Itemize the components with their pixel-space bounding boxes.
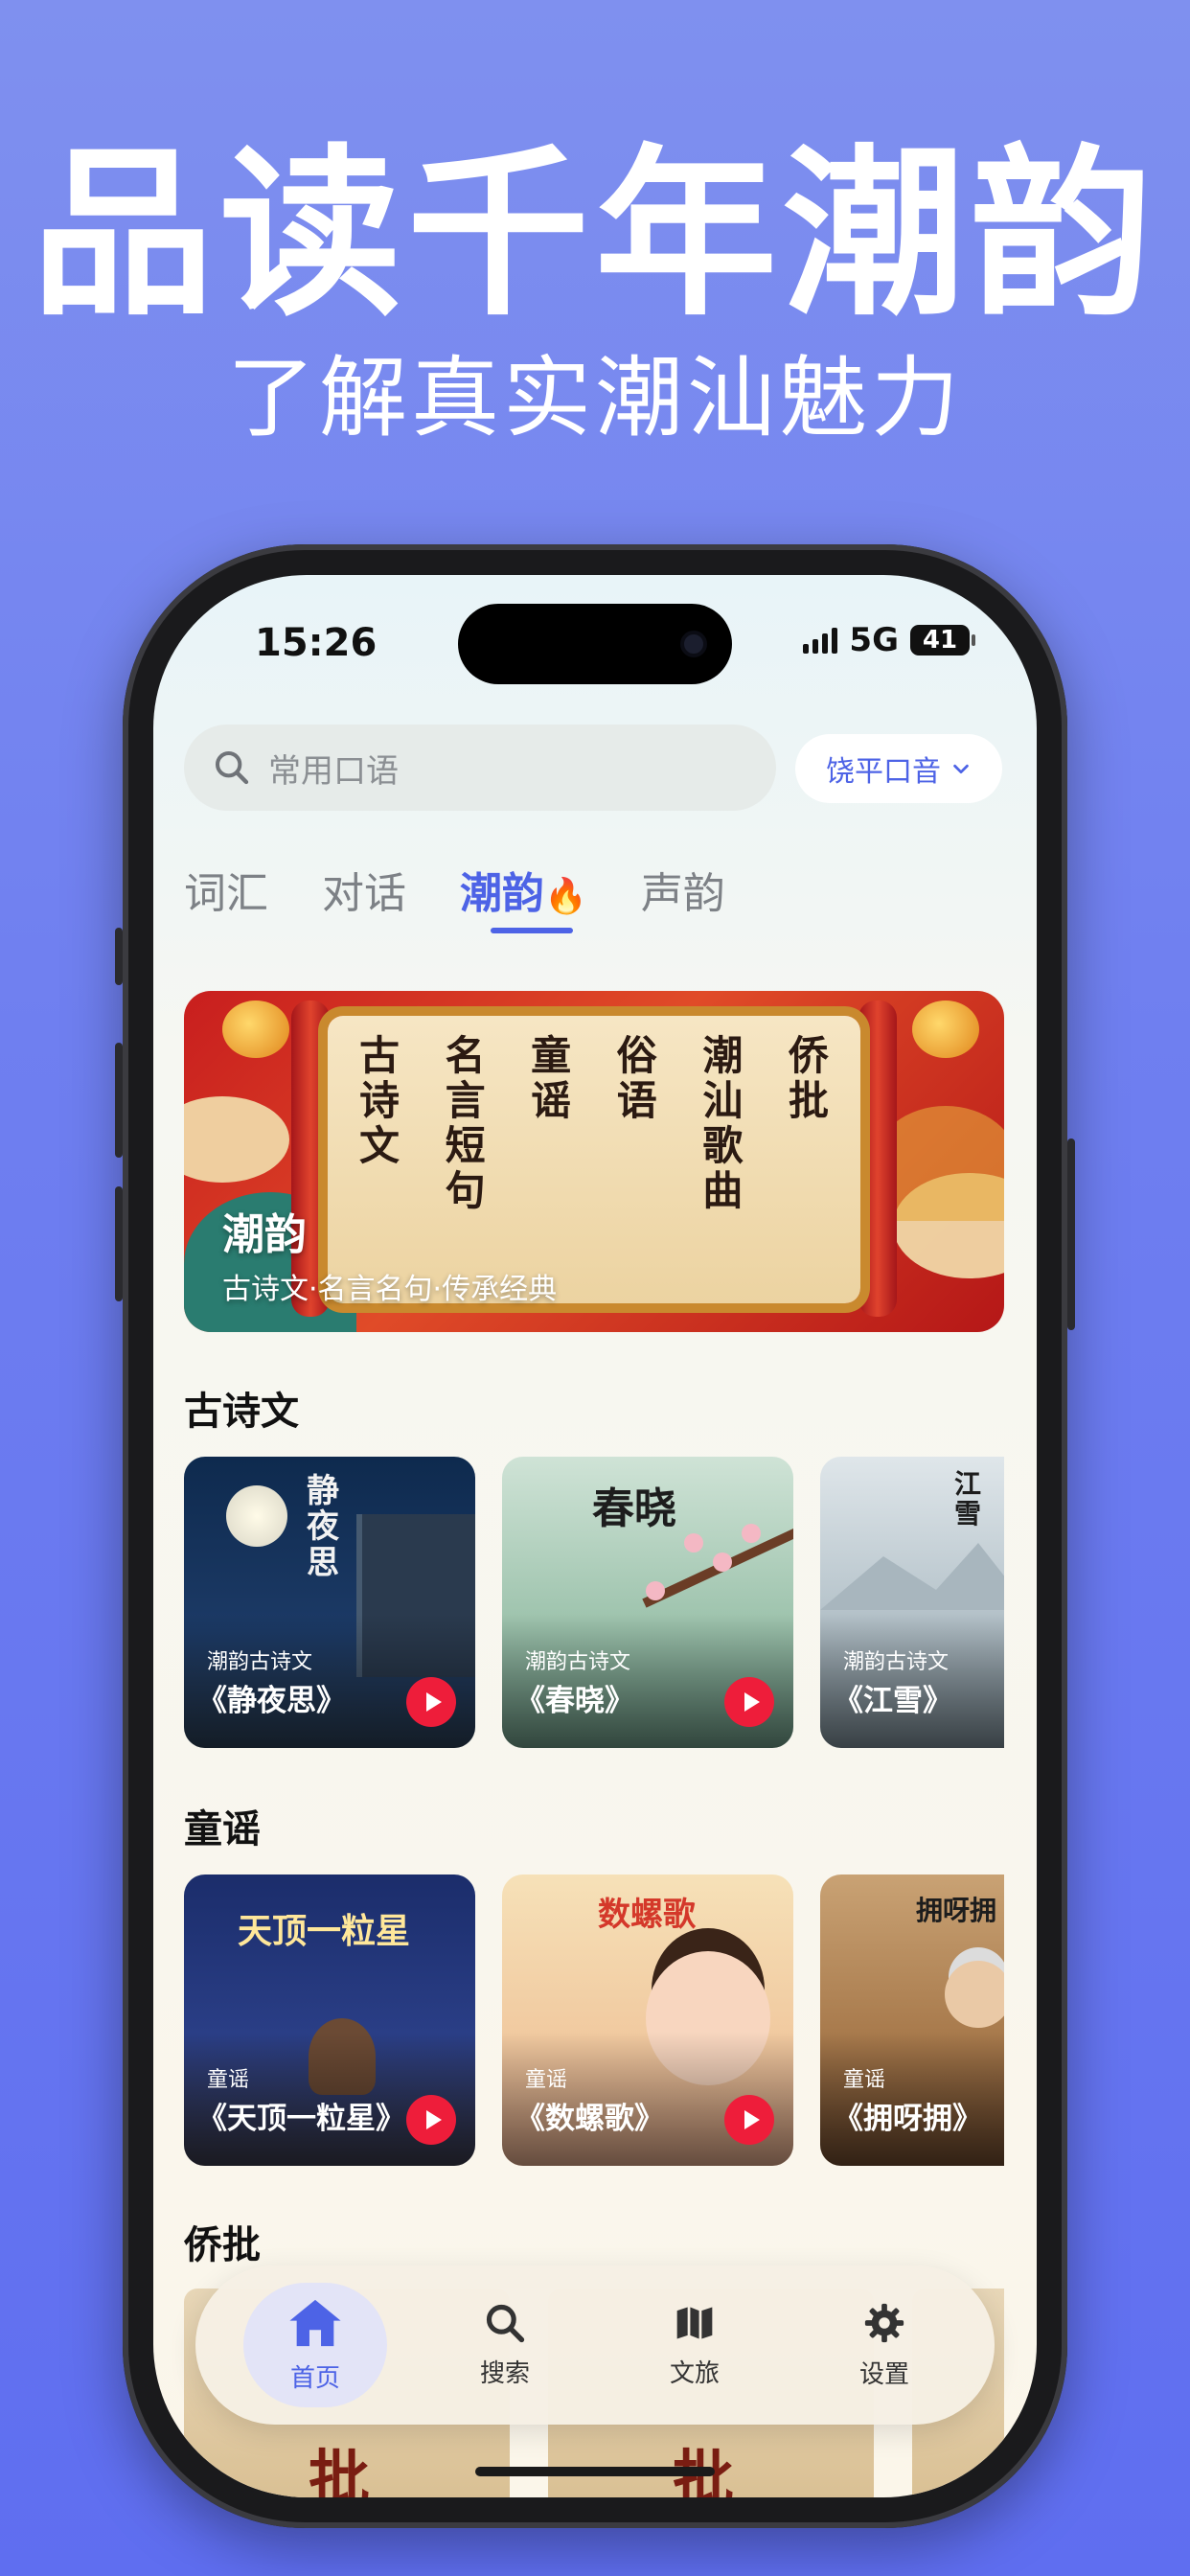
map-icon [676, 2307, 713, 2338]
card-chunxiao[interactable]: 春晓 潮韵古诗文 《春晓》 [502, 1457, 793, 1748]
feature-banner[interactable]: 侨批 潮汕歌曲 俗语 童谣 名言短句 古诗文 潮韵 古诗文·名言名句·传承经典 [184, 991, 1004, 1332]
battery-icon: 41 [910, 625, 975, 656]
power-button [1067, 1138, 1075, 1330]
banner-subtitle: 古诗文·名言名句·传承经典 [222, 1273, 558, 1306]
status-indicators: 5G 41 [803, 621, 975, 659]
mute-switch [115, 928, 123, 985]
nursery-card-row: 天顶一粒星 童谣 《天顶一粒星》 数螺歌 童谣 《数螺歌》 拥呀拥 童谣 《拥呀… [184, 1874, 1004, 2166]
phone-frame: 15:26 5G 41 常用口语 饶平口音 词汇 对话 潮韵🔥 声韵 侨 批 潮… [115, 544, 1075, 2528]
scroll-paper: 侨批 潮汕歌曲 俗语 童谣 名言短句 古诗文 [328, 1016, 860, 1303]
camera-icon [680, 631, 707, 657]
card-jingyesi[interactable]: 静夜思 潮韵古诗文 《静夜思》 [184, 1457, 475, 1748]
tab-chaoyun-label: 潮韵 [460, 869, 544, 918]
grandma-art [945, 1961, 1004, 2028]
scroll-column: 俗语 [616, 1032, 657, 1125]
play-button[interactable] [724, 1677, 774, 1727]
card-shuluoge[interactable]: 数螺歌 童谣 《数螺歌》 [502, 1874, 793, 2166]
gear-icon [864, 2303, 904, 2342]
scroll-column: 古诗文 [358, 1032, 400, 1170]
card-art-title: 春晓 [592, 1484, 676, 1533]
category-tabs: 词汇 对话 潮韵🔥 声韵 [184, 859, 779, 933]
scroll-column: 名言短句 [445, 1032, 486, 1215]
search-input[interactable]: 常用口语 [184, 724, 776, 811]
card-art-title: 批 [309, 2444, 370, 2497]
cloud-decoration [184, 1096, 289, 1183]
card-art-title: 天顶一粒星 [238, 1911, 411, 1951]
scroll-column: 潮汕歌曲 [702, 1032, 744, 1215]
section-title-qiaopi: 侨批 [184, 2223, 261, 2267]
bottom-tab-bar: 首页 搜索 文旅 设置 [195, 2266, 995, 2425]
card-art-title: 拥呀拥 [916, 1895, 997, 1926]
promo-subheadline: 了解真实潮汕魅力 [226, 347, 963, 449]
lantern-decoration [222, 1000, 289, 1058]
lantern-decoration [912, 1000, 979, 1058]
accent-selector[interactable]: 饶平口音 [795, 734, 1002, 803]
status-time: 15:26 [255, 621, 378, 665]
promo-headline: 品读千年潮韵 [31, 128, 1158, 340]
card-name: 《江雪》 [834, 1684, 952, 1718]
card-yongyayong[interactable]: 拥呀拥 童谣 《拥呀拥》 [820, 1874, 1004, 2166]
home-indicator[interactable] [475, 2467, 715, 2476]
play-button[interactable] [406, 2095, 456, 2145]
chevron-down-icon [953, 764, 969, 774]
scroll-rod-right [858, 1000, 897, 1317]
section-title-poetry: 古诗文 [184, 1390, 299, 1434]
card-category: 童谣 [207, 2068, 250, 2092]
scroll-column: 侨批 [788, 1032, 829, 1125]
blossom-art [684, 1533, 703, 1552]
app-screen: 15:26 5G 41 常用口语 饶平口音 词汇 对话 潮韵🔥 声韵 侨 批 潮… [153, 575, 1037, 2497]
fire-icon: 🔥 [544, 877, 587, 916]
play-button[interactable] [724, 2095, 774, 2145]
banner-title: 潮韵 [222, 1210, 307, 1259]
card-name: 《拥呀拥》 [834, 2102, 982, 2136]
signal-icon [803, 627, 838, 654]
battery-level: 41 [922, 626, 958, 655]
card-tiandingyilixing[interactable]: 天顶一粒星 童谣 《天顶一粒星》 [184, 1874, 475, 2166]
search-placeholder: 常用口语 [268, 751, 399, 791]
network-label: 5G [849, 621, 899, 659]
active-tab-indicator [491, 928, 573, 933]
card-name: 《静夜思》 [197, 1684, 346, 1718]
scroll-column: 童谣 [531, 1032, 572, 1125]
card-art-title: 静夜思 [307, 1472, 339, 1582]
tabbar-culture-travel[interactable]: 文旅 [623, 2283, 767, 2407]
tabbar-home-label: 首页 [289, 2363, 340, 2393]
search-icon [486, 2304, 525, 2342]
scroll-text: 侨批 潮汕歌曲 俗语 童谣 名言短句 古诗文 [351, 1033, 837, 1213]
volume-up-button [115, 1043, 123, 1158]
dynamic-island [458, 604, 732, 684]
card-category: 童谣 [525, 2068, 568, 2092]
moon-art [226, 1485, 287, 1547]
tab-chaoyun[interactable]: 潮韵🔥 [460, 859, 587, 933]
card-art-title: 数螺歌 [598, 1896, 696, 1934]
tabbar-culture-travel-label: 文旅 [669, 2358, 720, 2388]
section-title-nursery: 童谣 [184, 1807, 261, 1852]
tab-dialogue[interactable]: 对话 [322, 859, 406, 920]
poetry-card-row: 静夜思 潮韵古诗文 《静夜思》 春晓 潮韵古诗文 《春晓》 江雪 潮韵古诗文 《… [184, 1457, 1004, 1748]
branch-art [642, 1526, 793, 1608]
card-jiangxue[interactable]: 江雪 潮韵古诗文 《江雪》 [820, 1457, 1004, 1748]
tabbar-search[interactable]: 搜索 [433, 2283, 577, 2407]
tab-phonology[interactable]: 声韵 [641, 859, 725, 920]
card-name: 《数螺歌》 [515, 2102, 664, 2136]
card-name: 《天顶一粒星》 [197, 2102, 405, 2136]
card-name: 《春晓》 [515, 1684, 634, 1718]
card-category: 潮韵古诗文 [207, 1650, 313, 1674]
play-button[interactable] [406, 1677, 456, 1727]
volume-down-button [115, 1186, 123, 1301]
tab-vocabulary[interactable]: 词汇 [184, 859, 268, 920]
mountain-art [820, 1543, 1004, 1610]
tabbar-settings[interactable]: 设置 [812, 2283, 956, 2407]
accent-label: 饶平口音 [826, 755, 941, 789]
home-icon [289, 2299, 341, 2346]
search-icon [216, 751, 249, 785]
card-category: 潮韵古诗文 [525, 1650, 631, 1674]
card-category: 潮韵古诗文 [843, 1650, 950, 1674]
card-art-title: 江雪 [954, 1468, 982, 1530]
card-category: 童谣 [843, 2068, 886, 2092]
tabbar-home[interactable]: 首页 [243, 2283, 387, 2407]
tabbar-search-label: 搜索 [479, 2358, 530, 2388]
tabbar-settings-label: 设置 [858, 2359, 909, 2389]
card-art-title: 批 [673, 2444, 734, 2497]
